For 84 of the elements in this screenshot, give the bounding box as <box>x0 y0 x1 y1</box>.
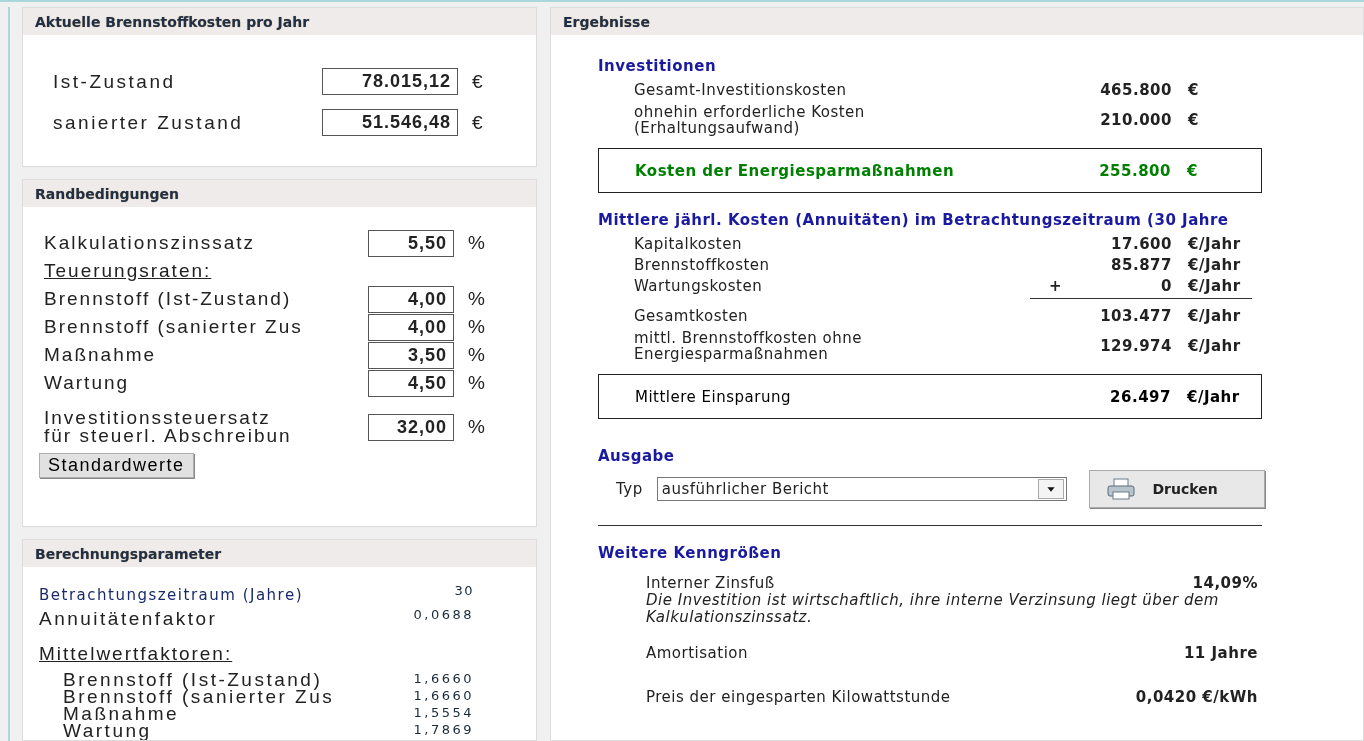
parameter-value: 30 <box>453 583 474 600</box>
cost-label: Gesamt-Investitionskosten <box>634 80 848 99</box>
unit-label: €/Jahr <box>1187 306 1242 325</box>
cost-label: Kosten der Energiesparmaßnahmen <box>635 161 956 180</box>
cost-label: Gesamtkosten <box>634 306 750 325</box>
panel-title: Randbedingungen <box>35 185 179 202</box>
input-field[interactable]: 3,50 <box>368 341 454 369</box>
panel-title: Aktuelle Brennstoffkosten pro Jahr <box>35 13 310 30</box>
input-field[interactable]: 4,00 <box>368 313 454 341</box>
cost-value: 129.974 <box>1099 337 1172 355</box>
type-label: Typ <box>616 480 643 498</box>
printer-icon <box>1106 477 1137 501</box>
cost-label: Kapitalkosten <box>634 234 743 253</box>
metric-label: Preis der eingesparten Kilowattstunde <box>646 688 952 706</box>
panel-title: Berechnungsparameter <box>35 545 222 562</box>
unit-label: % <box>468 416 488 438</box>
field-label: Brennstoff (sanierter Zus <box>44 316 304 338</box>
field-label: sanierter Zustand <box>53 111 245 134</box>
cost-value: 465.800 <box>1099 80 1172 99</box>
unit-label: % <box>468 232 488 254</box>
cost-value: 0 <box>1160 276 1172 295</box>
input-field[interactable]: 4,50 <box>368 369 454 397</box>
input-field[interactable]: 32,00 <box>368 413 454 441</box>
cost-label: Mittlere Einsparung <box>635 387 792 406</box>
field-label: Wartung <box>44 372 131 394</box>
input-field[interactable]: 5,50 <box>368 229 454 257</box>
plus-sign: + <box>1047 276 1062 295</box>
cost-label: Wartungskosten <box>634 276 764 295</box>
unit-label: % <box>468 316 488 338</box>
cost-value: 26.497 <box>1109 387 1171 406</box>
unit-label: % <box>468 288 488 310</box>
unit-label: % <box>468 372 488 394</box>
section-label: Mittelwertfaktoren: <box>39 643 233 665</box>
input-field[interactable]: 78.015,12 <box>322 68 458 95</box>
parameter-value: 1,7869 <box>412 722 474 739</box>
metric-value: 14,09% <box>1192 574 1258 592</box>
unit-label: % <box>468 344 488 366</box>
cost-value: 210.000 <box>1099 111 1172 129</box>
print-button[interactable]: Drucken <box>1089 470 1265 508</box>
section-heading: Mittlere jährl. Kosten (Annuitäten) im Betrachtungszeitraum (30 Jahre <box>598 211 1230 229</box>
metric-value: 11 Jahre <box>1183 644 1258 662</box>
unit-label: €/Jahr <box>1187 276 1242 295</box>
cost-value: 17.600 <box>1110 234 1172 253</box>
metric-value: 0,0420 €/kWh <box>1135 688 1258 706</box>
type-dropdown[interactable]: ausführlicher Bericht <box>656 477 1068 501</box>
parameter-label: Brennstoff (Ist-Zustand) <box>63 671 324 688</box>
input-field[interactable]: 51.546,48 <box>322 109 458 136</box>
cost-value: 103.477 <box>1099 306 1172 325</box>
unit-label: € <box>1186 161 1199 180</box>
unit-label: € <box>1187 111 1200 129</box>
unit-label: € <box>472 111 487 134</box>
cost-label: ohnehin erforderliche Kosten (Erhaltungsaufwand) <box>634 104 866 136</box>
unit-label: €/Jahr <box>1186 387 1241 406</box>
metric-label: Interner Zinsfuß <box>646 574 776 592</box>
defaults-button[interactable]: Standardwerte <box>39 453 194 478</box>
unit-label: €/Jahr <box>1187 234 1242 253</box>
cost-value: 85.877 <box>1110 255 1172 274</box>
cost-value: 255.800 <box>1098 161 1171 180</box>
input-field[interactable]: 4,00 <box>368 285 454 313</box>
section-heading: Weitere Kenngrößen <box>598 544 783 562</box>
unit-label: €/Jahr <box>1187 255 1242 274</box>
field-label: Investitionssteuersatz für steuerl. Abschreibun <box>44 409 293 445</box>
parameter-label: Maßnahme <box>63 705 181 722</box>
field-label: Ist-Zustand <box>53 70 177 93</box>
field-label: Kalkulationszinssatz <box>44 232 257 254</box>
section-heading: Ausgabe <box>598 447 676 465</box>
parameter-value: 0,0688 <box>412 607 474 624</box>
parameter-value: 1,5554 <box>412 705 474 722</box>
parameter-value: 1,6660 <box>412 671 474 688</box>
field-label: Maßnahme <box>44 344 158 366</box>
parameter-label: Annuitätenfaktor <box>39 607 219 631</box>
parameter-value: 1,6660 <box>412 688 474 705</box>
unit-label: € <box>1187 80 1200 99</box>
section-label: Teuerungsraten: <box>44 260 212 282</box>
unit-label: € <box>472 70 487 93</box>
metric-label: Amortisation <box>646 644 749 662</box>
parameter-label: Betrachtungszeitraum (Jahre) <box>39 585 305 606</box>
cost-label: Brennstoffkosten <box>634 255 771 274</box>
unit-label: €/Jahr <box>1187 337 1242 355</box>
field-label: Brennstoff (Ist-Zustand) <box>44 288 293 310</box>
metric-note: Die Investition ist wirtschaftlich, ihre interne Verzinsung liegt über dem Kalkulationszinssatz. <box>646 592 1220 626</box>
section-heading: Investitionen <box>598 57 718 75</box>
panel-title: Ergebnisse <box>563 13 650 30</box>
cost-label: mittl. Brennstoffkosten ohne Energiesparmaßnahmen <box>634 330 863 362</box>
